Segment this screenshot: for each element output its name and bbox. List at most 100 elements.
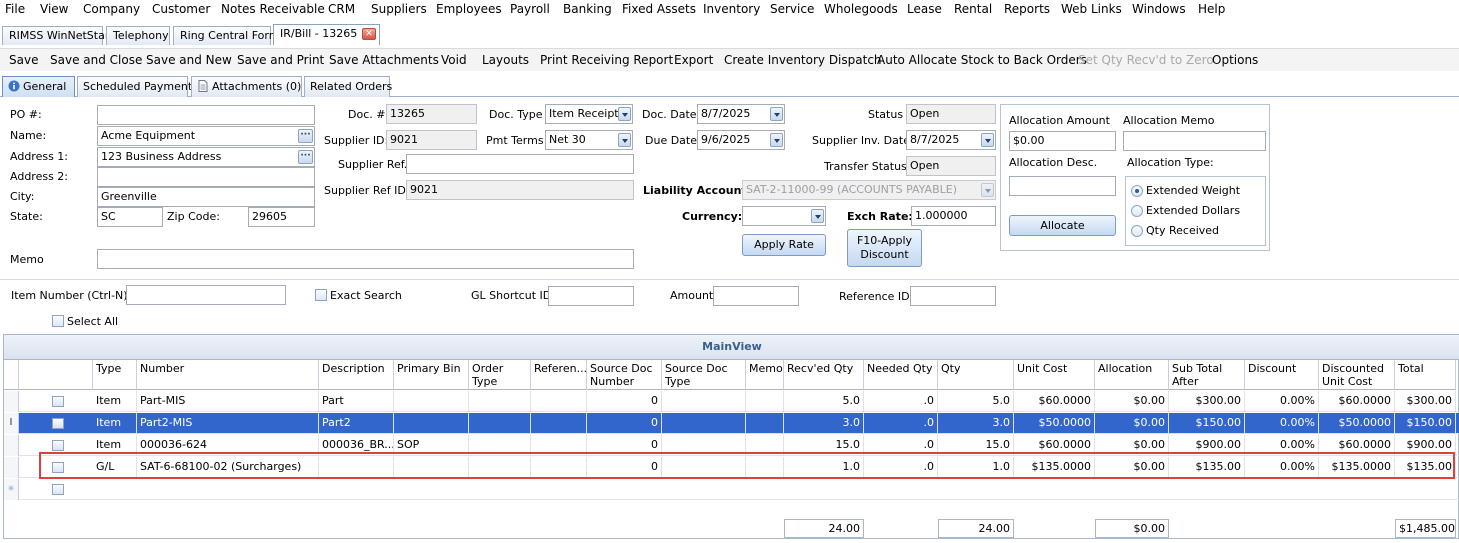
column-header-total[interactable]: Total: [1395, 360, 1456, 390]
exch-rate-input[interactable]: 1.000000: [911, 206, 996, 226]
cell-primary-bin[interactable]: SOP: [394, 435, 469, 456]
cell-sub-total[interactable]: $135.00: [1169, 457, 1245, 478]
name-lookup-icon[interactable]: ···: [298, 129, 313, 143]
cell-order-type[interactable]: [469, 391, 531, 412]
row-checkbox[interactable]: [52, 396, 64, 407]
new-row[interactable]: ✳: [4, 479, 1459, 500]
cell-source-doc-type[interactable]: [662, 435, 746, 456]
column-header-discount[interactable]: Discount: [1245, 360, 1319, 390]
save-and-print-button[interactable]: Save and Print: [237, 52, 324, 68]
cell-memo[interactable]: [746, 457, 784, 478]
menu-notes-receivable[interactable]: Notes Receivable: [221, 1, 325, 17]
memo-input[interactable]: [97, 249, 634, 269]
tab-scheduled-payments[interactable]: Scheduled Payments: [77, 76, 198, 97]
chevron-down-icon[interactable]: [811, 209, 824, 223]
table-row[interactable]: I Item Part2-MIS Part2 0 3.0.0 3.0 $50.0000 $0.0…: [4, 413, 1459, 434]
pmt-terms-select[interactable]: Net 30: [545, 130, 633, 150]
cell-total[interactable]: $900.00: [1395, 435, 1456, 456]
cell-source-doc-number[interactable]: 0: [587, 435, 662, 456]
menu-help[interactable]: Help: [1198, 1, 1225, 17]
save-attachments-button[interactable]: Save Attachments: [329, 52, 439, 68]
tab-ir-bill[interactable]: IR/Bill - 13265 ✕: [273, 24, 380, 45]
row-selector[interactable]: I: [4, 413, 19, 434]
menu-suppliers[interactable]: Suppliers: [371, 1, 427, 17]
menu-banking[interactable]: Banking: [563, 1, 612, 17]
calendar-dropdown-icon[interactable]: [981, 133, 994, 147]
apply-rate-button[interactable]: Apply Rate: [742, 234, 826, 256]
f10-apply-discount-button[interactable]: F10-Apply Discount: [847, 229, 922, 267]
extended-dollars-radio[interactable]: [1131, 205, 1143, 217]
cell-description[interactable]: [319, 457, 394, 478]
cell-number[interactable]: SAT-6-68100-02 (Surcharges): [137, 457, 319, 478]
menu-inventory[interactable]: Inventory: [703, 1, 760, 17]
allocation-desc-input[interactable]: [1009, 176, 1116, 196]
cell-discount[interactable]: 0.00%: [1245, 457, 1319, 478]
column-header-primary-bin[interactable]: Primary Bin: [394, 360, 469, 390]
cell-source-doc-type[interactable]: [662, 413, 746, 434]
chevron-down-icon[interactable]: [618, 107, 631, 121]
calendar-dropdown-icon[interactable]: [770, 133, 783, 147]
table-row[interactable]: Item Part-MIS Part 0 5.0.0 5.0 $60.0000 $0.00 $3…: [4, 391, 1459, 412]
row-checkbox[interactable]: [52, 484, 64, 495]
cell-source-doc-type[interactable]: [662, 457, 746, 478]
column-header-recvd-qty[interactable]: Recv'ed Qty: [784, 360, 864, 390]
column-header-number[interactable]: Number: [137, 360, 319, 390]
cell-total[interactable]: $150.00: [1395, 413, 1456, 434]
doc-type-select[interactable]: Item Receipt: [545, 104, 633, 124]
amount-input[interactable]: [713, 286, 799, 306]
reference-id-input[interactable]: [910, 286, 996, 306]
due-date-picker[interactable]: 9/6/2025: [697, 130, 785, 150]
save-and-close-button[interactable]: Save and Close: [50, 52, 142, 68]
menu-crm[interactable]: CRM: [328, 1, 355, 17]
cell-allocation[interactable]: $0.00: [1095, 435, 1169, 456]
column-header-type[interactable]: Type: [93, 360, 137, 390]
cell-description[interactable]: Part2: [319, 413, 394, 434]
cell-type[interactable]: Item: [93, 435, 137, 456]
table-row[interactable]: Item 000036-624 000036_BR... SOP 0 15.0.0 15.0…: [4, 435, 1459, 456]
cell-order-type[interactable]: [469, 435, 531, 456]
address1-input[interactable]: 123 Business Address ···: [97, 147, 315, 167]
column-header-memo[interactable]: Memo: [746, 360, 784, 390]
menu-rental[interactable]: Rental: [954, 1, 992, 17]
create-inventory-dispatch-button[interactable]: Create Inventory Dispatch: [724, 52, 882, 68]
cell-total[interactable]: $135.00: [1395, 457, 1456, 478]
cell-allocation[interactable]: $0.00: [1095, 391, 1169, 412]
row-selector[interactable]: [4, 435, 19, 456]
cell-allocation[interactable]: $0.00: [1095, 413, 1169, 434]
menu-wholegoods[interactable]: Wholegoods: [824, 1, 898, 17]
cell-type[interactable]: G/L: [93, 457, 137, 478]
cell-memo[interactable]: [746, 435, 784, 456]
cell-qty[interactable]: 1.0: [938, 457, 1014, 478]
doc-date-picker[interactable]: 8/7/2025: [697, 104, 785, 124]
cell-total[interactable]: $300.00: [1395, 391, 1456, 412]
calendar-dropdown-icon[interactable]: [770, 107, 783, 121]
void-button[interactable]: Void: [441, 52, 467, 68]
cell-unit-cost[interactable]: $60.0000: [1014, 435, 1095, 456]
menu-file[interactable]: File: [5, 1, 25, 17]
qty-received-radio[interactable]: [1131, 225, 1143, 237]
cell-reference[interactable]: [531, 435, 587, 456]
exact-search-checkbox[interactable]: [315, 289, 327, 301]
cell-reference[interactable]: [531, 457, 587, 478]
cell-recvd-qty[interactable]: 15.0: [784, 435, 864, 456]
cell-primary-bin[interactable]: [394, 457, 469, 478]
address2-input[interactable]: [97, 167, 315, 187]
extended-weight-radio[interactable]: [1131, 185, 1143, 197]
column-header-qty[interactable]: Qty: [938, 360, 1014, 390]
allocation-memo-input[interactable]: [1123, 131, 1266, 151]
tab-ring-central-form[interactable]: Ring Central Form: [173, 26, 279, 45]
cell-needed-qty[interactable]: .0: [864, 413, 938, 434]
close-tab-icon[interactable]: ✕: [362, 28, 376, 40]
tab-related-orders[interactable]: Related Orders: [304, 76, 392, 97]
cell-primary-bin[interactable]: [394, 391, 469, 412]
cell-discount[interactable]: 0.00%: [1245, 391, 1319, 412]
supplier-ref-input[interactable]: [406, 154, 634, 174]
column-header-reference[interactable]: Referen...: [531, 360, 587, 390]
cell-reference[interactable]: [531, 391, 587, 412]
menu-windows[interactable]: Windows: [1132, 1, 1186, 17]
state-input[interactable]: SC: [97, 207, 163, 227]
chevron-down-icon[interactable]: [618, 133, 631, 147]
gl-shortcut-input[interactable]: [548, 286, 634, 306]
column-header-sub-total[interactable]: Sub Total After Alloca...: [1169, 360, 1245, 390]
currency-select[interactable]: [742, 206, 826, 226]
